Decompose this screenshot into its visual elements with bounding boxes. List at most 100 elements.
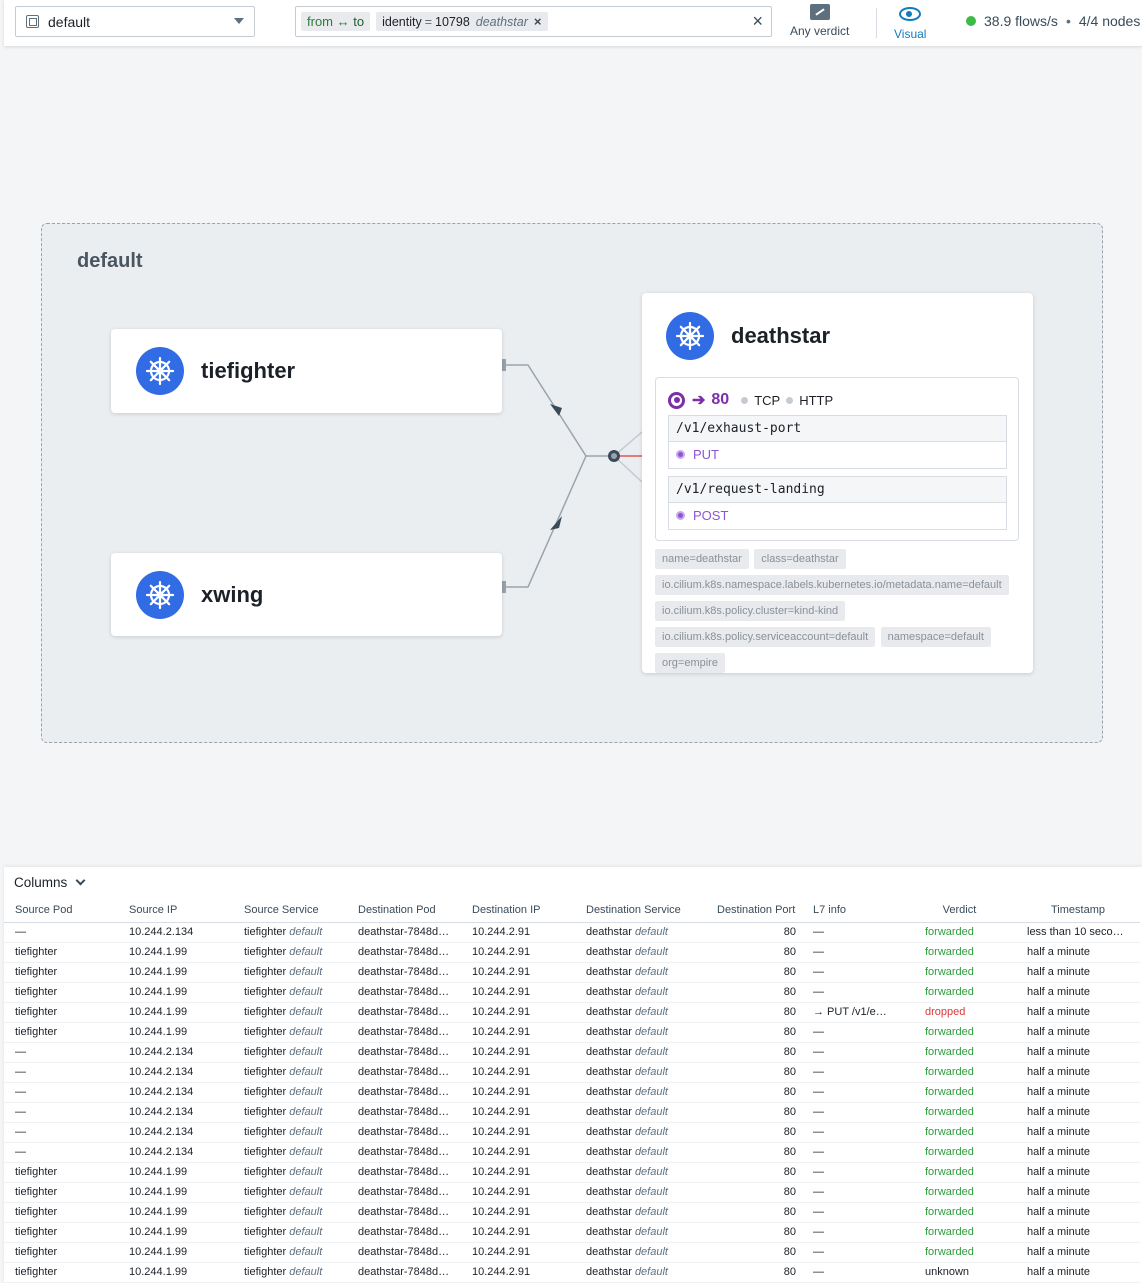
service-namespace: default bbox=[289, 986, 323, 998]
service-name: tiefighter bbox=[244, 1206, 287, 1218]
service-namespace: default bbox=[634, 1066, 668, 1078]
columns-button[interactable]: Columns bbox=[14, 875, 86, 890]
destination-port-cell: 80 bbox=[706, 1042, 802, 1063]
service-namespace: default bbox=[289, 1146, 323, 1158]
timestamp-cell: half a minute bbox=[1016, 982, 1140, 1003]
table-row[interactable]: tiefighter 10.244.1.99 tiefighter default d… bbox=[4, 1242, 1140, 1263]
service-name: deathstar bbox=[586, 1206, 632, 1218]
http-route[interactable]: /v1/exhaust-port PUT bbox=[668, 415, 1007, 469]
column-header[interactable]: Source IP bbox=[118, 899, 233, 923]
verdict-cell: forwarded bbox=[903, 1122, 1016, 1143]
verdict-cell: dropped bbox=[903, 1002, 1016, 1023]
source-pod-cell: tiefighter bbox=[4, 962, 118, 983]
destination-ip-cell: 10.244.2.91 bbox=[461, 1122, 575, 1143]
destination-service-cell: deathstar default bbox=[575, 922, 706, 943]
table-row[interactable]: —10.244.2.134 tiefighter default deathstar… bbox=[4, 1062, 1140, 1083]
service-name: deathstar bbox=[586, 1066, 632, 1078]
service-namespace: default bbox=[289, 1206, 323, 1218]
service-name: tiefighter bbox=[244, 926, 287, 938]
column-header[interactable]: Source Service bbox=[233, 899, 347, 923]
source-pod-cell: — bbox=[4, 922, 118, 943]
destination-pod-cell: deathstar-7848d… bbox=[347, 1022, 461, 1043]
destination-pod-cell: deathstar-7848d… bbox=[347, 1102, 461, 1123]
route-path: /v1/exhaust-port bbox=[669, 416, 1006, 442]
service-header-deathstar: deathstar bbox=[666, 312, 830, 360]
destination-pod-cell: deathstar-7848d… bbox=[347, 1142, 461, 1163]
table-row[interactable]: tiefighter 10.244.1.99 tiefighter default d… bbox=[4, 1182, 1140, 1203]
destination-port-cell: 80 bbox=[706, 1022, 802, 1043]
verdict-cell: forwarded bbox=[903, 1102, 1016, 1123]
timestamp-cell: half a minute bbox=[1016, 1222, 1140, 1243]
port-header: ➔ 80 TCP HTTP bbox=[668, 390, 833, 410]
service-namespace: default bbox=[634, 1106, 668, 1118]
table-row[interactable]: tiefighter 10.244.1.99 tiefighter default d… bbox=[4, 942, 1140, 963]
tiefighter-connector bbox=[502, 359, 506, 371]
source-pod-cell: tiefighter bbox=[4, 1182, 118, 1203]
service-namespace: default bbox=[289, 1126, 323, 1138]
column-header[interactable]: Destination Port bbox=[706, 899, 802, 923]
column-header[interactable]: Timestamp bbox=[1016, 899, 1140, 923]
l7-info-cell: — bbox=[802, 1062, 903, 1083]
table-row[interactable]: —10.244.2.134 tiefighter default deathstar… bbox=[4, 922, 1140, 943]
service-header-tiefighter: tiefighter bbox=[136, 347, 295, 395]
service-namespace: default bbox=[634, 1046, 668, 1058]
label-chip: io.cilium.k8s.namespace.labels.kubernete… bbox=[655, 575, 1009, 595]
column-header[interactable]: Destination Service bbox=[575, 899, 706, 923]
service-namespace: default bbox=[634, 1206, 668, 1218]
service-name: deathstar bbox=[586, 1046, 632, 1058]
kubernetes-icon bbox=[136, 571, 184, 619]
table-row[interactable]: —10.244.2.134 tiefighter default deathstar… bbox=[4, 1042, 1140, 1063]
destination-service-cell: deathstar default bbox=[575, 1082, 706, 1103]
source-ip-cell: 10.244.1.99 bbox=[118, 1022, 233, 1043]
l7-info-cell: — bbox=[802, 942, 903, 963]
source-ip-cell: 10.244.1.99 bbox=[118, 982, 233, 1003]
table-row[interactable]: tiefighter 10.244.1.99 tiefighter default d… bbox=[4, 1222, 1140, 1243]
table-row[interactable]: tiefighter 10.244.1.99 tiefighter default d… bbox=[4, 1002, 1140, 1023]
table-row[interactable]: —10.244.2.134 tiefighter default deathstar… bbox=[4, 1122, 1140, 1143]
service-name: deathstar bbox=[586, 1086, 632, 1098]
destination-pod-cell: deathstar-7848d… bbox=[347, 1222, 461, 1243]
http-route[interactable]: /v1/request-landing POST bbox=[668, 476, 1007, 530]
service-namespace: default bbox=[289, 1226, 323, 1238]
table-row[interactable]: tiefighter 10.244.1.99 tiefighter default d… bbox=[4, 1202, 1140, 1223]
l7-info-cell: — bbox=[802, 1142, 903, 1163]
table-row[interactable]: tiefighter 10.244.1.99 tiefighter default d… bbox=[4, 1262, 1140, 1283]
table-row[interactable]: —10.244.2.134 tiefighter default deathstar… bbox=[4, 1102, 1140, 1123]
source-service-cell: tiefighter default bbox=[233, 1222, 347, 1243]
destination-service-cell: deathstar default bbox=[575, 1102, 706, 1123]
destination-port-cell: 80 bbox=[706, 1142, 802, 1163]
service-namespace: default bbox=[289, 1246, 323, 1258]
port-number: 80 bbox=[711, 391, 730, 408]
verdict-cell: forwarded bbox=[903, 1222, 1016, 1243]
table-row[interactable]: —10.244.2.134 tiefighter default deathstar… bbox=[4, 1142, 1140, 1163]
chevron-down-icon bbox=[75, 875, 86, 886]
table-row[interactable]: tiefighter 10.244.1.99 tiefighter default d… bbox=[4, 982, 1140, 1003]
column-header[interactable]: Destination IP bbox=[461, 899, 575, 923]
destination-pod-cell: deathstar-7848d… bbox=[347, 1262, 461, 1283]
verdict-cell: unknown bbox=[903, 1262, 1016, 1283]
source-service-cell: tiefighter default bbox=[233, 1102, 347, 1123]
l7-info-cell: — bbox=[802, 982, 903, 1003]
destination-pod-cell: deathstar-7848d… bbox=[347, 982, 461, 1003]
service-name: tiefighter bbox=[244, 1086, 287, 1098]
service-name: deathstar bbox=[586, 986, 632, 998]
service-name: tiefighter bbox=[244, 986, 287, 998]
l7-info-cell: — bbox=[802, 1042, 903, 1063]
source-service-cell: tiefighter default bbox=[233, 922, 347, 943]
protocol-l7: HTTP bbox=[799, 392, 834, 408]
destination-service-cell: deathstar default bbox=[575, 1142, 706, 1163]
source-pod-cell: tiefighter bbox=[4, 1262, 118, 1283]
destination-ip-cell: 10.244.2.91 bbox=[461, 922, 575, 943]
column-header[interactable]: Destination Pod bbox=[347, 899, 461, 923]
table-row[interactable]: tiefighter 10.244.1.99 tiefighter default d… bbox=[4, 1022, 1140, 1043]
service-namespace: default bbox=[289, 946, 323, 958]
service-name: deathstar bbox=[586, 1026, 632, 1038]
column-header[interactable]: L7 info bbox=[802, 899, 903, 923]
column-header[interactable]: Source Pod bbox=[4, 899, 118, 923]
service-namespace: default bbox=[634, 1086, 668, 1098]
column-header[interactable]: Verdict bbox=[903, 899, 1016, 923]
table-row[interactable]: tiefighter 10.244.1.99 tiefighter default d… bbox=[4, 1162, 1140, 1183]
table-row[interactable]: —10.244.2.134 tiefighter default deathstar… bbox=[4, 1082, 1140, 1103]
table-row[interactable]: tiefighter 10.244.1.99 tiefighter default d… bbox=[4, 962, 1140, 983]
verdict-cell: forwarded bbox=[903, 1202, 1016, 1223]
